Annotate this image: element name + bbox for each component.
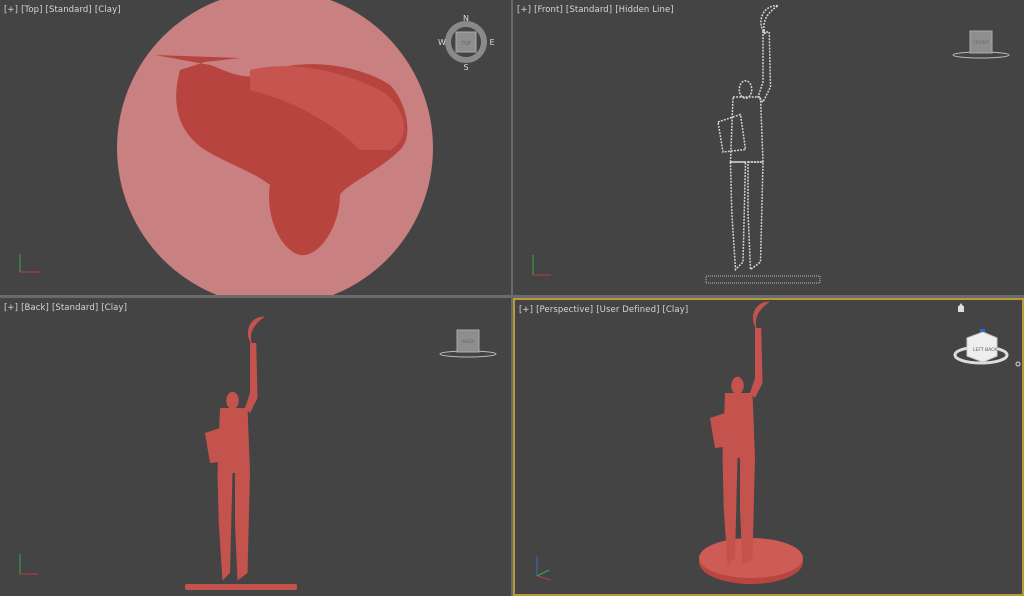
top-view-scene: TOP N S E W (19, 0, 495, 295)
viewport-perspective[interactable]: LEFT BACK [+] [Perspective] [User Defined]… (513, 298, 1024, 596)
front-view-scene: FRONT (532, 4, 1010, 284)
display-style[interactable]: [Clay] (101, 303, 127, 313)
viewport-menu[interactable]: [+] (517, 5, 531, 15)
svg-text:S: S (463, 63, 468, 72)
viewcompass-icon[interactable]: TOP N S E W (438, 14, 494, 72)
display-style[interactable]: [Hidden Line] (615, 5, 674, 15)
viewport-top[interactable]: TOP N S E W [+] [Top] [Standard] [Clay] (0, 0, 511, 295)
axis-tripod-icon (19, 554, 38, 575)
statue-wireframe (717, 4, 779, 271)
view-type[interactable]: [Back] (21, 303, 49, 313)
viewport-back[interactable]: BACK [+] [Back] [Standard] [Clay] (0, 298, 511, 596)
view-type[interactable]: [Perspective] (536, 305, 593, 315)
viewcube-menu-icon[interactable] (1015, 361, 1021, 367)
viewport-label-back: [+] [Back] [Standard] [Clay] (4, 303, 130, 313)
view-type[interactable]: [Top] (21, 5, 42, 15)
viewport-menu[interactable]: [+] (4, 5, 18, 15)
view-type[interactable]: [Front] (534, 5, 563, 15)
svg-text:BACK: BACK (985, 347, 998, 353)
viewport-label-perspective: [+] [Perspective] [User Defined] [Clay] (519, 305, 691, 315)
base-wireframe (705, 275, 821, 284)
statue-clay (710, 301, 770, 566)
svg-text:FRONT: FRONT (973, 40, 989, 46)
statue-clay (205, 316, 265, 581)
svg-text:W: W (438, 38, 446, 47)
viewport-label-top: [+] [Top] [Standard] [Clay] (4, 5, 124, 15)
svg-text:TOP: TOP (460, 41, 471, 47)
viewcube-icon[interactable]: LEFT BACK (953, 329, 1009, 365)
display-style[interactable]: [Clay] (662, 305, 688, 315)
viewcube-icon[interactable]: FRONT (952, 30, 1010, 59)
home-icon[interactable] (958, 303, 964, 312)
viewport-label-front: [+] [Front] [Standard] [Hidden Line] (517, 5, 677, 15)
axis-tripod-icon (532, 255, 551, 276)
viewcube-icon[interactable]: BACK (439, 329, 497, 358)
shading-mode[interactable]: [Standard] (566, 5, 612, 15)
svg-text:LEFT: LEFT (973, 347, 984, 353)
viewport-front[interactable]: FRONT [+] [Front] [Standard] [Hidden Line] (513, 0, 1024, 295)
shading-mode[interactable]: [Standard] (46, 5, 92, 15)
viewport-menu[interactable]: [+] (4, 303, 18, 313)
back-view-scene: BACK (19, 316, 497, 590)
shading-mode[interactable]: [Standard] (52, 303, 98, 313)
statue-base (185, 584, 297, 590)
shading-mode[interactable]: [User Defined] (596, 305, 659, 315)
viewport-menu[interactable]: [+] (519, 305, 533, 315)
perspective-scene: LEFT BACK (536, 301, 1021, 584)
svg-text:N: N (463, 14, 469, 23)
axis-tripod-icon (536, 556, 552, 581)
display-style[interactable]: [Clay] (95, 5, 121, 15)
svg-text:BACK: BACK (462, 339, 475, 345)
svg-text:E: E (489, 38, 494, 47)
axis-tripod-icon (19, 254, 40, 273)
